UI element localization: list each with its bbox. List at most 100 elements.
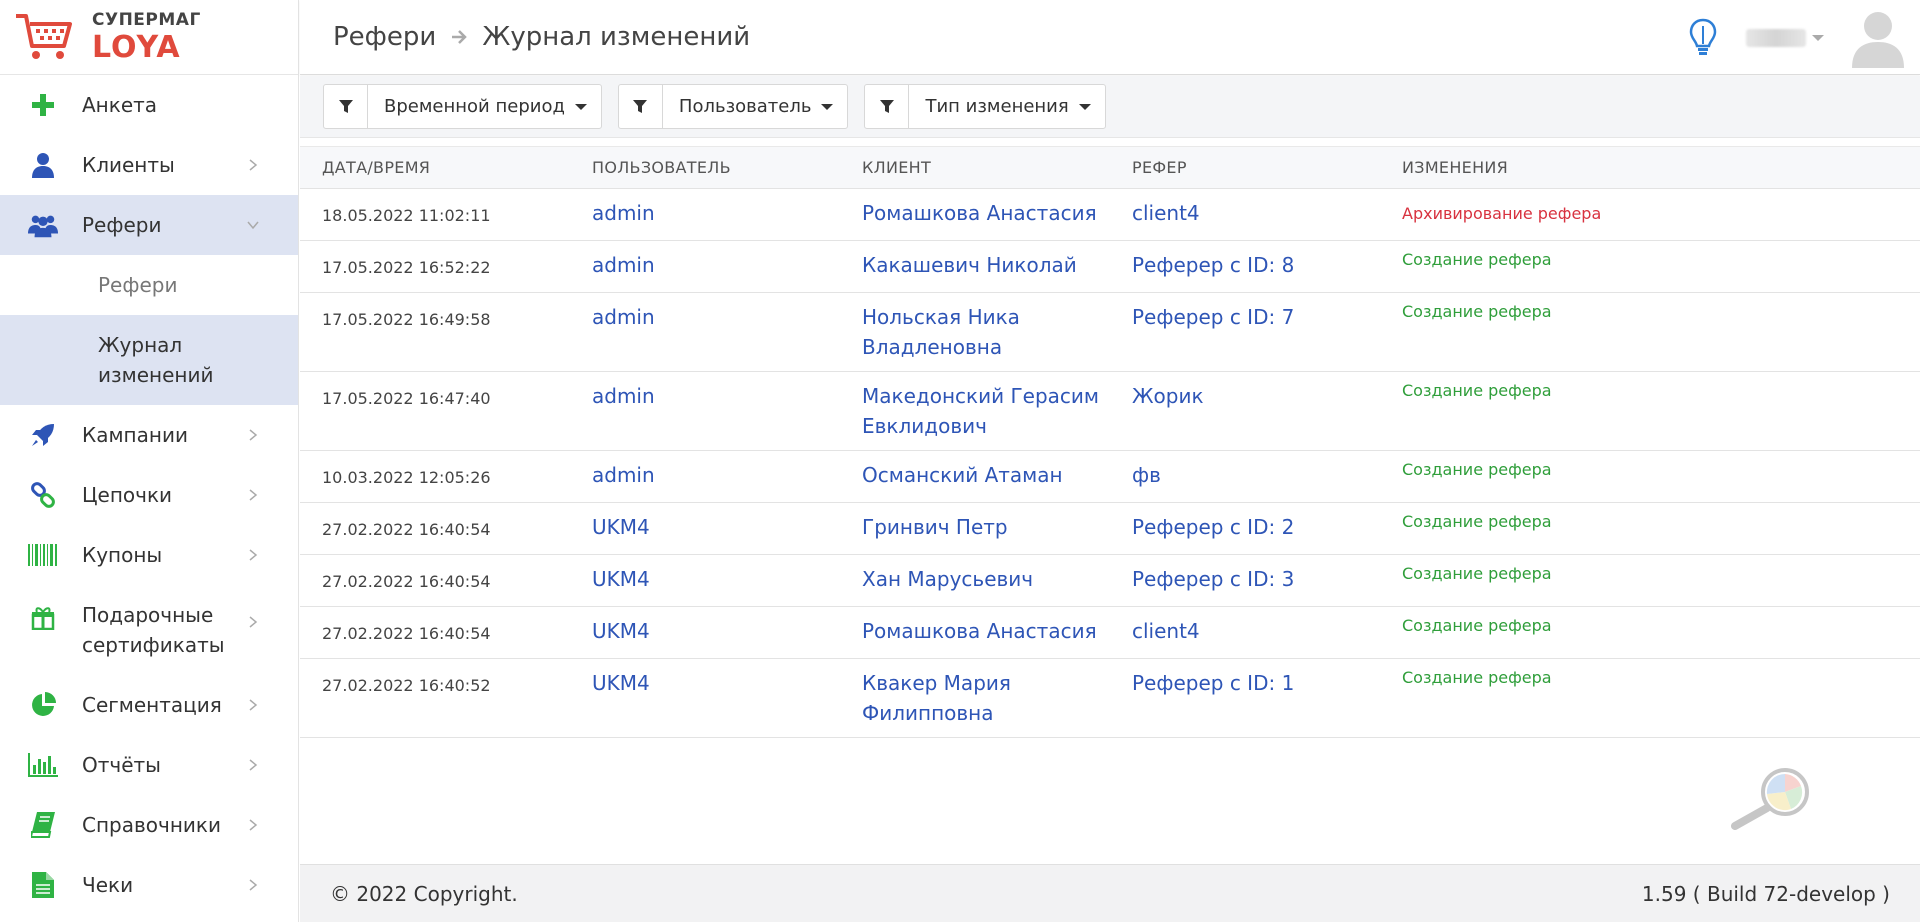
chevron-right-icon (249, 159, 258, 171)
cell-client-link[interactable]: Ромашкова Анастасия (840, 607, 1110, 658)
cell-user-link[interactable]: UKM4 (570, 607, 840, 658)
filter-bar: Временной период Пользователь Тип измене… (300, 76, 1920, 138)
filter-icon (324, 85, 368, 128)
breadcrumb-referers[interactable]: Рефери (333, 22, 436, 52)
logo[interactable]: СУПЕРМАГ LOYA (0, 0, 298, 75)
sidebar-item-coupons[interactable]: Купоны (0, 525, 298, 585)
cell-client-link[interactable]: Хан Марусьевич (840, 555, 1110, 606)
cell-referer-link[interactable]: Реферер с ID: 1 (1110, 659, 1380, 737)
sidebar-item-gift-certificates[interactable]: Подарочные сертификаты (0, 585, 298, 675)
sidebar-item-anketa[interactable]: Анкета (0, 75, 298, 135)
cell-referer-link[interactable]: Реферер с ID: 8 (1110, 241, 1380, 292)
sidebar-subitem-changelog[interactable]: Журнал изменений (0, 315, 298, 405)
changelog-table: Дата/время Пользователь Клиент Рефер Изм… (300, 146, 1920, 738)
sidebar-subitem-label: Рефери (98, 273, 178, 297)
sidebar-item-label: Подарочные сертификаты (82, 603, 225, 657)
filter-time-period[interactable]: Временной период (323, 84, 602, 129)
chevron-right-icon (249, 616, 258, 628)
filter-label: Пользователь (678, 96, 812, 117)
cell-referer-link[interactable]: client4 (1110, 607, 1380, 658)
table-row: 17.05.2022 16:49:58 admin Нольская Ника Вл… (300, 293, 1920, 372)
column-header-changes: Изменения (1402, 158, 1509, 177)
sidebar-item-label: Рефери (82, 213, 162, 237)
footer-version: 1.59 ( Build 72-develop ) (1641, 881, 1890, 906)
sidebar-item-label: Клиенты (82, 153, 175, 177)
filter-change-type[interactable]: Тип изменения (864, 84, 1106, 129)
chevron-down-icon (247, 221, 259, 230)
users-icon (28, 210, 58, 240)
cell-referer-link[interactable]: фв (1110, 451, 1380, 502)
arrow-right-icon (452, 30, 468, 44)
filter-label: Временной период (384, 96, 565, 117)
table-header: Дата/время Пользователь Клиент Рефер Изм… (300, 146, 1920, 189)
sidebar-item-label: Цепочки (82, 483, 173, 507)
filter-icon (619, 85, 663, 128)
cell-user-link[interactable]: admin (570, 241, 840, 292)
cell-client-link[interactable]: Ромашкова Анастасия (840, 189, 1110, 240)
sidebar-subitem-referers[interactable]: Рефери (0, 255, 298, 315)
sidebar-item-chains[interactable]: Цепочки (0, 465, 298, 525)
cell-referer-link[interactable]: Реферер с ID: 7 (1110, 293, 1380, 371)
cell-referer-link[interactable]: Реферер с ID: 3 (1110, 555, 1380, 606)
cell-referer-link[interactable]: Жорик (1110, 372, 1380, 450)
column-header-user: Пользователь (592, 158, 731, 177)
sidebar-item-label: Анкета (82, 93, 158, 117)
cell-user-link[interactable]: admin (570, 293, 840, 371)
avatar[interactable] (1850, 8, 1906, 68)
cell-user-link[interactable]: UKM4 (570, 503, 840, 554)
cell-user-link[interactable]: UKM4 (570, 555, 840, 606)
sidebar-menu: Анкета Клиенты Рефери Рефери Журнал изме… (0, 75, 298, 915)
pie-icon (28, 690, 58, 720)
barcode-icon (28, 540, 58, 570)
cell-referer-link[interactable]: Реферер с ID: 2 (1110, 503, 1380, 554)
sidebar-item-label: Справочники (82, 813, 221, 837)
cell-user-link[interactable]: admin (570, 189, 840, 240)
table-body: 18.05.2022 11:02:11 admin Ромашкова Анаста… (300, 189, 1920, 738)
table-row: 27.02.2022 16:40:54 UKM4 Гринвич Петр Рефер… (300, 503, 1920, 555)
sidebar-item-references[interactable]: Справочники (0, 795, 298, 855)
top-header: Рефери Журнал изменений (300, 0, 1920, 75)
cell-datetime: 27.02.2022 16:40:52 (322, 676, 491, 695)
sidebar-item-clients[interactable]: Клиенты (0, 135, 298, 195)
user-icon (28, 150, 58, 180)
sidebar-item-label: Купоны (82, 543, 163, 567)
chevron-right-icon (249, 759, 258, 771)
cell-datetime: 17.05.2022 16:52:22 (322, 258, 491, 277)
caret-down-icon (821, 103, 834, 110)
chevron-right-icon (249, 549, 258, 561)
sidebar-item-receipts[interactable]: Чеки (0, 855, 298, 915)
filter-label: Тип изменения (925, 96, 1069, 117)
cell-change: Создание рефера (1402, 460, 1552, 479)
bar-chart-icon (28, 750, 58, 780)
chain-icon (28, 480, 58, 510)
cell-client-link[interactable]: Македонский Герасим Евклидович (840, 372, 1110, 450)
cell-user-link[interactable]: admin (570, 451, 840, 502)
cell-user-link[interactable]: admin (570, 372, 840, 450)
breadcrumb-current: Журнал изменений (482, 22, 751, 52)
document-icon (28, 870, 58, 900)
cell-client-link[interactable]: Квакер Мария Филипповна (840, 659, 1110, 737)
chevron-right-icon (249, 819, 258, 831)
sidebar-item-label: Чеки (82, 873, 134, 897)
sidebar-item-label: Отчёты (82, 753, 161, 777)
chevron-right-icon (249, 879, 258, 891)
sidebar-item-referers[interactable]: Рефери (0, 195, 298, 255)
user-name-blurred[interactable] (1746, 28, 1806, 47)
cell-change: Создание рефера (1402, 512, 1552, 531)
logo-brand: LOYA (92, 29, 181, 65)
sidebar-item-reports[interactable]: Отчёты (0, 735, 298, 795)
sidebar-item-campaigns[interactable]: Кампании (0, 405, 298, 465)
cell-user-link[interactable]: UKM4 (570, 659, 840, 737)
logo-title: СУПЕРМАГ (92, 9, 201, 30)
sidebar-item-segmentation[interactable]: Сегментация (0, 675, 298, 735)
lightbulb-icon[interactable] (1688, 18, 1718, 58)
filter-user[interactable]: Пользователь (617, 84, 849, 129)
cell-client-link[interactable]: Османский Атаман (840, 451, 1110, 502)
caret-down-icon[interactable] (1812, 34, 1824, 41)
gift-icon (28, 603, 58, 633)
cell-referer-link[interactable]: client4 (1110, 189, 1380, 240)
cell-client-link[interactable]: Гринвич Петр (840, 503, 1110, 554)
cell-client-link[interactable]: Нольская Ника Владленовна (840, 293, 1110, 371)
cell-client-link[interactable]: Какашевич Николай (840, 241, 1110, 292)
table-row: 27.02.2022 16:40:54 UKM4 Хан Марусьевич Реф… (300, 555, 1920, 607)
